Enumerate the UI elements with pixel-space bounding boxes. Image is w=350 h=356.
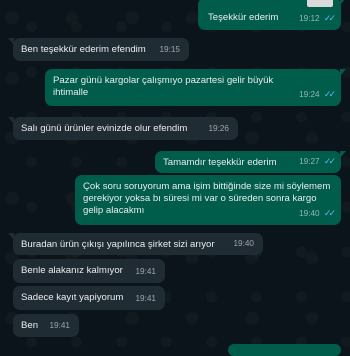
message-outgoing[interactable]: Teşekkür ederim 19:12 ✓✓: [198, 0, 346, 30]
message-time: 19:41: [135, 294, 157, 303]
double-check-icon: ✓✓: [323, 13, 336, 23]
message-text: Pazar günü kargolar çalışmıyo pazartesi …: [53, 75, 274, 98]
double-check-icon: ✓✓: [323, 208, 336, 218]
message-text: Salı günü ürünler evinizde olur efendim: [21, 123, 188, 134]
message-incoming[interactable]: Sadece kayıt yapiyorum 19:41: [13, 286, 165, 310]
message-time: 19:24 ✓✓: [299, 88, 336, 101]
message-text: Teşekkür ederim: [208, 12, 279, 23]
message-time: 19:15: [159, 45, 181, 54]
message-time: 19:40: [233, 239, 255, 248]
message-time: 19:27 ✓✓: [299, 155, 336, 168]
message-time: 19:26: [208, 124, 230, 133]
message-incoming[interactable]: Ben teşekkür ederim efendim 19:15: [8, 38, 189, 61]
time-label: 19:24: [299, 90, 320, 99]
double-check-icon: ✓✓: [323, 89, 336, 99]
message-text: Buradan ürün çıkışı yapılınca şirket siz…: [21, 239, 215, 250]
message-outgoing[interactable]: Pazar günü kargolar çalışmıyo pazartesi …: [45, 69, 346, 106]
image-thumbnail[interactable]: [307, 0, 333, 7]
time-label: 19:27: [299, 157, 320, 166]
message-outgoing-partial[interactable]: [228, 344, 341, 356]
message-time: 19:12 ✓✓: [299, 12, 336, 25]
time-label: 19:12: [299, 14, 320, 23]
message-incoming[interactable]: Ben 19:41: [13, 314, 79, 337]
message-text: Ben teşekkür ederim efendim: [21, 44, 146, 55]
double-check-icon: ✓✓: [323, 156, 336, 166]
message-time: 19:40 ✓✓: [299, 207, 336, 220]
message-incoming[interactable]: Salı günü ürünler evinizde olur efendim …: [8, 117, 238, 140]
message-time: 19:41: [135, 267, 157, 276]
message-incoming[interactable]: Benle alakanız kalmıyor 19:41: [13, 259, 165, 283]
message-incoming[interactable]: Buradan ürün çıkışı yapılınca şirket siz…: [8, 233, 263, 255]
message-text: Çok soru soruyorum ama işim bittiğinde s…: [83, 181, 331, 216]
message-time: 19:41: [49, 321, 71, 330]
chat-background: Teşekkür ederim 19:12 ✓✓ Ben teşekkür ed…: [0, 0, 350, 356]
message-outgoing[interactable]: Tamamdır teşekkür ederim 19:27 ✓✓: [155, 151, 346, 173]
time-label: 19:40: [299, 209, 320, 218]
message-outgoing[interactable]: Çok soru soruyorum ama işim bittiğinde s…: [75, 175, 341, 225]
